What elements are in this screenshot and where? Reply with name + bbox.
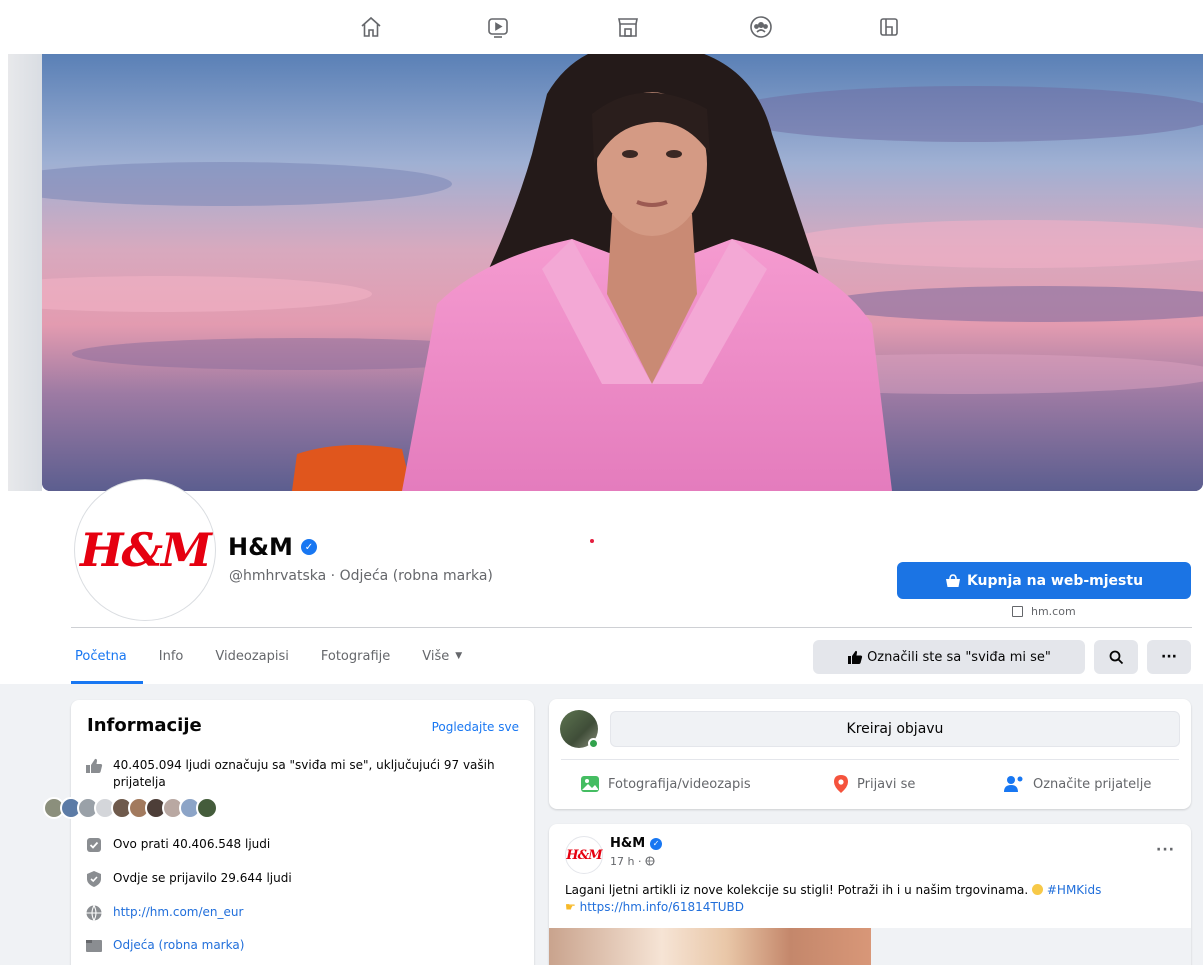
top-navigation	[0, 0, 1203, 52]
tab-home[interactable]: Početna	[71, 628, 143, 684]
cover-photo[interactable]	[42, 54, 1203, 491]
followers-icon	[85, 836, 103, 854]
notification-dot	[590, 539, 594, 543]
create-post-placeholder: Kreiraj objavu	[846, 721, 944, 737]
thumbs-up-icon	[85, 757, 103, 775]
post-author[interactable]: H&M ✓	[610, 836, 663, 851]
location-pin-icon	[834, 775, 848, 793]
page-subtitle: @hmhrvatska · Odjeća (robna marka)	[229, 568, 493, 584]
info-likes: 40.405.094 ljudi označuju sa "sviđa mi s…	[85, 757, 515, 791]
liked-button[interactable]: Označili ste sa "sviđa mi se"	[813, 640, 1085, 674]
post-timestamp[interactable]: 17 h ·	[610, 855, 655, 868]
post-author-avatar[interactable]: H&M	[565, 836, 603, 874]
post-options-icon[interactable]: ···	[1156, 842, 1175, 858]
post-link[interactable]: https://hm.info/61814TUBD	[580, 900, 744, 914]
tag-friends-button[interactable]: Označite prijatelje	[1003, 766, 1151, 802]
friend-avatar[interactable]	[196, 797, 218, 819]
tab-more[interactable]: Više ▼	[406, 628, 478, 684]
chevron-down-icon: ▼	[455, 651, 463, 661]
tab-label: Početna	[75, 648, 127, 664]
sun-emoji-icon	[1032, 884, 1044, 895]
composer-divider	[561, 759, 1179, 760]
page-avatar[interactable]: H&M	[75, 480, 215, 620]
page-title: H&M ✓	[228, 533, 317, 561]
globe-icon	[85, 904, 103, 922]
tab-label: Videozapisi	[215, 648, 289, 664]
online-status-icon	[588, 738, 599, 749]
create-post-card: Kreiraj objavu Fotografija/videozapis Pr…	[549, 699, 1191, 809]
post-body: Lagani ljetni artikli iz nove kolekcije …	[565, 882, 1185, 916]
search-button[interactable]	[1094, 640, 1138, 674]
pointing-hand-emoji-icon: ☛	[565, 900, 576, 914]
liked-button-label: Označili ste sa "sviđa mi se"	[867, 649, 1051, 665]
gaming-icon[interactable]	[874, 12, 904, 42]
shopping-bag-icon	[945, 573, 960, 587]
more-options-button[interactable]: ···	[1147, 640, 1191, 674]
hm-logo: H&M	[80, 523, 212, 577]
website-link[interactable]: hm.com	[1012, 605, 1076, 618]
checkins-text: Ovdje se prijavilo 29.644 ljudi	[113, 871, 292, 885]
info-title: Informacije	[87, 715, 202, 736]
verified-badge-icon: ✓	[650, 837, 663, 850]
home-icon[interactable]	[356, 12, 386, 42]
tag-friends-label: Označite prijatelje	[1033, 776, 1152, 792]
post-text: Lagani ljetni artikli iz nove kolekcije …	[565, 883, 1029, 897]
marketplace-icon[interactable]	[613, 12, 643, 42]
hashtag-link[interactable]: #HMKids	[1047, 883, 1102, 897]
tab-photos[interactable]: Fotografije	[305, 628, 406, 684]
see-all-link[interactable]: Pogledajte sve	[432, 720, 519, 734]
info-card: Informacije Pogledajte sve	[71, 700, 534, 965]
search-icon	[1109, 650, 1123, 664]
external-link-icon	[1012, 606, 1023, 617]
info-checkins: Ovdje se prijavilo 29.644 ljudi	[85, 870, 515, 888]
category-link[interactable]: Odjeća (robna marka)	[113, 937, 244, 954]
info-category: Odjeća (robna marka)	[85, 937, 515, 955]
tab-label: Više	[422, 648, 450, 664]
cover-edge	[8, 54, 42, 491]
friend-avatars[interactable]	[43, 797, 218, 819]
website-url-link[interactable]: http://hm.com/en_eur	[113, 904, 243, 921]
page-tabs: Početna Info Videozapisi Fotografije Viš…	[71, 628, 478, 684]
checkin-badge-icon	[85, 870, 103, 888]
tab-label: Info	[158, 648, 184, 664]
post-image-background	[871, 928, 1191, 965]
groups-icon[interactable]	[746, 12, 776, 42]
checkin-label: Prijavi se	[857, 776, 916, 792]
page-name-text: H&M	[228, 533, 293, 561]
cover-illustration	[42, 54, 1203, 491]
globe-icon	[645, 856, 655, 866]
photo-video-button[interactable]: Fotografija/videozapis	[580, 766, 751, 802]
post-time-text: 17 h ·	[610, 855, 642, 868]
photo-icon	[581, 776, 599, 792]
info-website: http://hm.com/en_eur	[85, 904, 515, 922]
checkin-button[interactable]: Prijavi se	[833, 766, 915, 802]
tab-info[interactable]: Info	[143, 628, 200, 684]
tab-videos[interactable]: Videozapisi	[199, 628, 304, 684]
followers-text: Ovo prati 40.406.548 ljudi	[113, 837, 271, 851]
more-dots-icon: ···	[1161, 649, 1177, 665]
photo-video-label: Fotografija/videozapis	[608, 776, 751, 792]
hm-logo: H&M	[566, 847, 602, 863]
video-icon[interactable]	[483, 12, 513, 42]
verified-badge-icon: ✓	[300, 539, 317, 555]
tab-label: Fotografije	[320, 648, 391, 664]
likes-text: 40.405.094 ljudi označuju sa "sviđa mi s…	[113, 758, 495, 789]
website-link-label: hm.com	[1031, 605, 1076, 618]
shop-button-label: Kupnja na web-mjestu	[966, 572, 1144, 589]
category-icon	[85, 937, 103, 955]
info-followers: Ovo prati 40.406.548 ljudi	[85, 836, 515, 854]
shop-on-website-button[interactable]: Kupnja na web-mjestu	[897, 562, 1191, 599]
tag-friends-icon	[1004, 776, 1023, 792]
create-post-input[interactable]: Kreiraj objavu	[610, 711, 1180, 747]
post-author-name: H&M	[610, 836, 646, 851]
post-image[interactable]	[549, 928, 871, 965]
post-card: H&M H&M ✓ 17 h · ··· Lagani ljetni artik…	[549, 824, 1191, 965]
thumbs-up-icon	[848, 650, 863, 664]
